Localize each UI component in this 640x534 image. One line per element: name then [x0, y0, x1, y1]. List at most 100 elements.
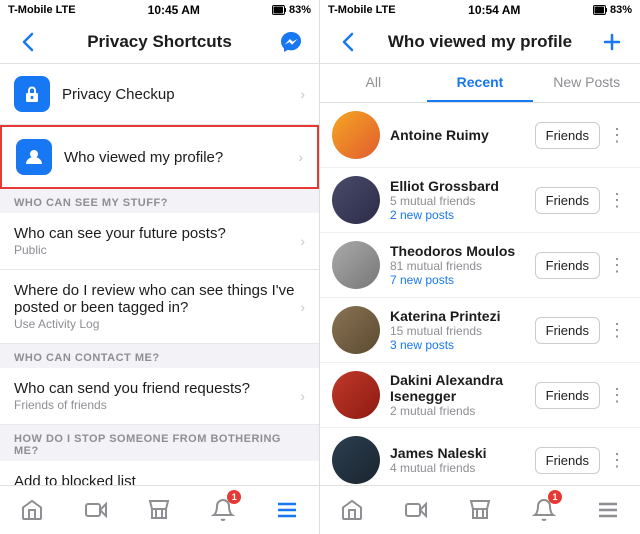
friend-requests-chevron: ›: [300, 388, 305, 404]
friend-avatar-2: [332, 241, 380, 289]
left-content: Privacy Checkup › Who viewed my profile?…: [0, 64, 319, 485]
friend-requests-content: Who can send you friend requests? Friend…: [14, 380, 300, 412]
more-button-0[interactable]: ⋮: [606, 125, 628, 146]
future-posts-item[interactable]: Who can see your future posts? Public ›: [0, 213, 319, 270]
friend-avatar-4: [332, 371, 380, 419]
friend-actions-3: Friends ⋮: [535, 317, 628, 344]
friend-info-4: Dakini Alexandra Isenegger 2 mutual frie…: [390, 372, 535, 418]
right-tab-bar: 1: [320, 485, 640, 534]
left-status-bar: T-Mobile LTE 10:45 AM 83%: [0, 0, 319, 20]
friends-button-4[interactable]: Friends: [535, 382, 600, 409]
left-tab-store[interactable]: [137, 488, 181, 532]
friend-name-3: Katerina Printezi: [390, 308, 535, 324]
future-posts-content: Who can see your future posts? Public: [14, 225, 300, 257]
right-battery: 83%: [593, 4, 632, 16]
left-tab-menu[interactable]: [265, 488, 309, 532]
right-tab-store[interactable]: [458, 488, 502, 532]
friend-info-2: Theodoros Moulos 81 mutual friends 7 new…: [390, 243, 535, 287]
right-tab-video[interactable]: [394, 488, 438, 532]
friend-info-5: James Naleski 4 mutual friends: [390, 445, 535, 475]
more-button-5[interactable]: ⋮: [606, 450, 628, 471]
who-viewed-chevron: ›: [298, 149, 303, 165]
section-header-3: HOW DO I STOP SOMEONE FROM BOTHERING ME?: [0, 425, 319, 461]
activity-log-item[interactable]: Where do I review who can see things I'v…: [0, 270, 319, 344]
friend-mutual-1: 5 mutual friends: [390, 194, 535, 208]
more-button-4[interactable]: ⋮: [606, 385, 628, 406]
friend-mutual-5: 4 mutual friends: [390, 461, 535, 475]
tab-new-posts[interactable]: New Posts: [533, 64, 640, 102]
future-posts-title: Who can see your future posts?: [14, 225, 300, 242]
friend-item-0: Antoine Ruimy Friends ⋮: [320, 103, 640, 168]
friend-requests-item[interactable]: Who can send you friend requests? Friend…: [0, 368, 319, 425]
left-battery: 83%: [272, 4, 311, 16]
friend-item-4: Dakini Alexandra Isenegger 2 mutual frie…: [320, 363, 640, 428]
blocked-list-item[interactable]: Add to blocked list You've blocked 26 pe…: [0, 461, 319, 485]
friend-avatar-5: [332, 436, 380, 484]
right-tab-bell[interactable]: 1: [522, 488, 566, 532]
more-button-3[interactable]: ⋮: [606, 320, 628, 341]
right-time: 10:54 AM: [396, 3, 593, 17]
left-back-button[interactable]: [12, 26, 44, 58]
more-button-1[interactable]: ⋮: [606, 190, 628, 211]
friend-name-1: Elliot Grossbard: [390, 178, 535, 194]
friend-new-2: 7 new posts: [390, 273, 535, 287]
future-posts-sub: Public: [14, 243, 300, 257]
friend-requests-title: Who can send you friend requests?: [14, 380, 300, 397]
tab-all[interactable]: All: [320, 64, 427, 102]
left-tab-bell[interactable]: 1: [201, 488, 245, 532]
friend-item-1: Elliot Grossbard 5 mutual friends 2 new …: [320, 168, 640, 233]
right-panel: T-Mobile LTE 10:54 AM 83% Who viewed my …: [320, 0, 640, 534]
left-nav-title: Privacy Shortcuts: [44, 32, 275, 52]
tabs-row: All Recent New Posts: [320, 64, 640, 103]
friend-avatar-0: [332, 111, 380, 159]
friends-button-2[interactable]: Friends: [535, 252, 600, 279]
friend-actions-5: Friends ⋮: [535, 447, 628, 474]
future-posts-chevron: ›: [300, 233, 305, 249]
friend-info-3: Katerina Printezi 15 mutual friends 3 ne…: [390, 308, 535, 352]
friend-name-5: James Naleski: [390, 445, 535, 461]
privacy-checkup-item[interactable]: Privacy Checkup ›: [0, 64, 319, 125]
privacy-checkup-chevron: ›: [300, 86, 305, 102]
left-tab-video[interactable]: [74, 488, 118, 532]
friend-new-3: 3 new posts: [390, 338, 535, 352]
right-tab-menu[interactable]: [586, 488, 630, 532]
activity-log-chevron: ›: [300, 299, 305, 315]
friend-actions-0: Friends ⋮: [535, 122, 628, 149]
friends-button-3[interactable]: Friends: [535, 317, 600, 344]
friend-item-3: Katerina Printezi 15 mutual friends 3 ne…: [320, 298, 640, 363]
friend-actions-4: Friends ⋮: [535, 382, 628, 409]
friends-button-0[interactable]: Friends: [535, 122, 600, 149]
right-tab-home[interactable]: [330, 488, 374, 532]
right-plus-button[interactable]: [596, 26, 628, 58]
right-bell-badge: 1: [548, 490, 562, 504]
messenger-icon-button[interactable]: [275, 26, 307, 58]
section-header-1: WHO CAN SEE MY STUFF?: [0, 189, 319, 213]
right-status-bar: T-Mobile LTE 10:54 AM 83%: [320, 0, 640, 20]
activity-log-title: Where do I review who can see things I'v…: [14, 282, 300, 316]
left-tab-home[interactable]: [10, 488, 54, 532]
privacy-checkup-icon: [14, 76, 50, 112]
activity-log-content: Where do I review who can see things I'v…: [14, 282, 300, 331]
left-tab-bar: 1: [0, 485, 319, 534]
left-nav-bar: Privacy Shortcuts: [0, 20, 319, 64]
friend-mutual-2: 81 mutual friends: [390, 259, 535, 273]
tab-recent[interactable]: Recent: [427, 64, 534, 102]
activity-log-sub: Use Activity Log: [14, 317, 300, 331]
right-carrier: T-Mobile: [328, 4, 373, 16]
who-viewed-item[interactable]: Who viewed my profile? ›: [0, 125, 319, 189]
friend-name-2: Theodoros Moulos: [390, 243, 535, 259]
friends-button-5[interactable]: Friends: [535, 447, 600, 474]
right-back-button[interactable]: [332, 26, 364, 58]
section-header-2: WHO CAN CONTACT ME?: [0, 344, 319, 368]
friend-mutual-4: 2 mutual friends: [390, 404, 535, 418]
friend-info-0: Antoine Ruimy: [390, 127, 535, 143]
who-viewed-label: Who viewed my profile?: [64, 149, 298, 166]
friends-button-1[interactable]: Friends: [535, 187, 600, 214]
who-viewed-icon: [16, 139, 52, 175]
right-nav-bar: Who viewed my profile: [320, 20, 640, 64]
right-network: LTE: [376, 4, 396, 16]
left-bell-badge: 1: [227, 490, 241, 504]
friend-actions-1: Friends ⋮: [535, 187, 628, 214]
friend-name-0: Antoine Ruimy: [390, 127, 535, 143]
more-button-2[interactable]: ⋮: [606, 255, 628, 276]
